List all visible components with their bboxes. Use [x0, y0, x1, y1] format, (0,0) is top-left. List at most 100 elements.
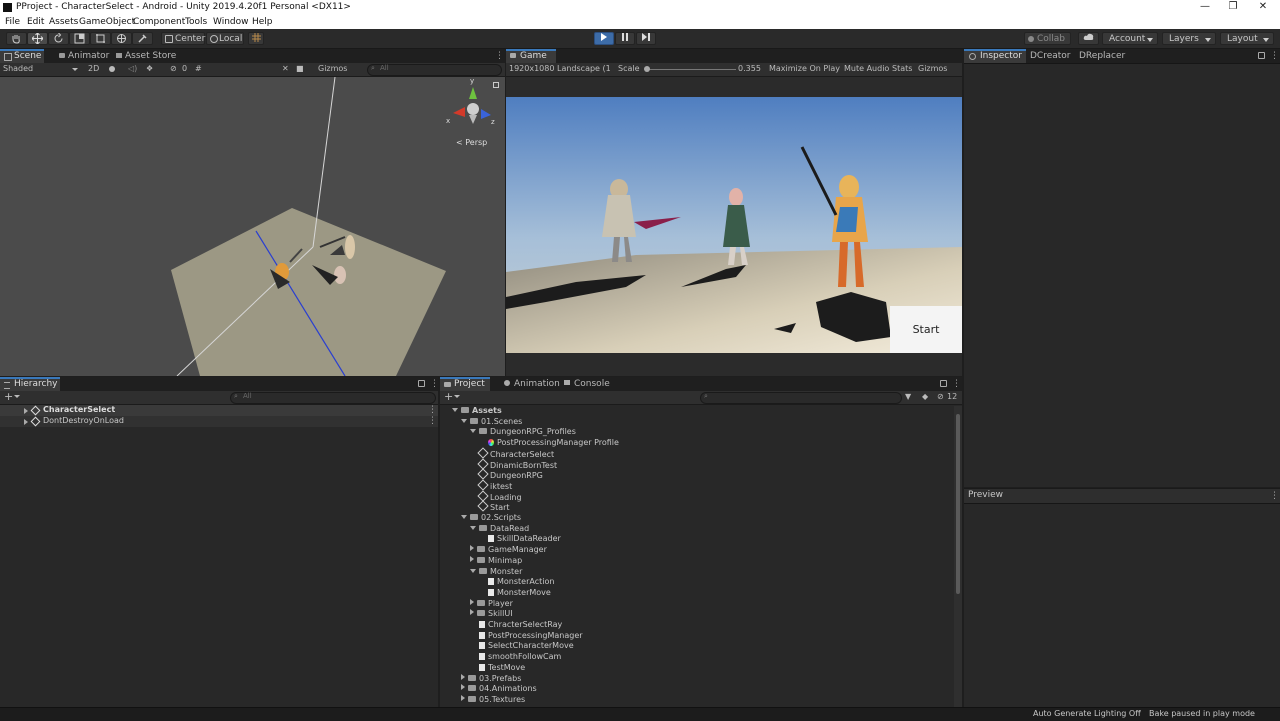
project-tree-item[interactable]: GameManager	[470, 545, 547, 555]
camera-icon[interactable]: ■	[296, 64, 304, 73]
maximize-on-play-toggle[interactable]: Maximize On Play	[769, 64, 840, 73]
chevron-down-icon[interactable]	[454, 395, 460, 398]
tab-project[interactable]: Project	[440, 377, 490, 391]
project-tree-item[interactable]: Assets	[452, 406, 502, 416]
tools-icon[interactable]: ✕	[282, 64, 289, 73]
orientation-gizmo[interactable]: y x z < Persp	[443, 77, 499, 147]
project-tree-item[interactable]: SkillUI	[470, 609, 513, 619]
project-tree-item[interactable]: Loading	[477, 489, 522, 502]
menu-component[interactable]: Component	[133, 17, 185, 27]
project-tree-item[interactable]: DinamicBornTest	[477, 457, 557, 470]
scale-tool-button[interactable]	[69, 32, 90, 45]
lock-icon[interactable]	[1258, 52, 1265, 59]
custom-tool-button[interactable]	[132, 32, 153, 45]
project-tree-item[interactable]: 04.Animations	[461, 684, 537, 694]
tab-hierarchy[interactable]: Hierarchy	[0, 377, 60, 391]
collab-button[interactable]: Collab	[1024, 32, 1071, 45]
menu-file[interactable]: File	[5, 17, 20, 27]
chevron-down-icon[interactable]	[14, 395, 20, 398]
scrollbar-thumb[interactable]	[956, 414, 960, 594]
rect-tool-button[interactable]	[90, 32, 111, 45]
cloud-button[interactable]	[1078, 32, 1099, 45]
row-menu-icon[interactable]: ⋮	[428, 405, 437, 415]
hidden-packages-icon[interactable]: ⊘	[937, 392, 944, 401]
move-tool-button[interactable]	[27, 32, 48, 45]
chevron-down-icon[interactable]	[461, 418, 467, 423]
chevron-down-icon[interactable]	[470, 525, 476, 530]
panel-menu-icon[interactable]: ⋮	[952, 379, 961, 389]
panel-menu-icon[interactable]: ⋮	[430, 379, 439, 389]
grid-snap-button[interactable]	[248, 32, 264, 45]
project-tree-item[interactable]: PostProcessingManager Profile	[488, 438, 619, 448]
chevron-right-icon[interactable]	[470, 609, 474, 616]
tab-scene[interactable]: Scene	[0, 49, 44, 63]
panel-menu-icon[interactable]: ⋮	[1270, 51, 1279, 61]
game-viewport[interactable]: Start	[506, 97, 962, 353]
chevron-down-icon[interactable]	[461, 515, 467, 519]
tab-animator[interactable]: Animator	[56, 49, 115, 63]
start-button[interactable]: Start	[890, 306, 962, 353]
play-button[interactable]	[594, 32, 614, 45]
menu-assets[interactable]: Assets	[49, 17, 78, 27]
chevron-right-icon[interactable]	[461, 684, 465, 691]
restore-button[interactable]: ❐	[1218, 0, 1248, 15]
persp-label[interactable]: < Persp	[456, 138, 487, 147]
project-tree-item[interactable]: MonsterAction	[488, 577, 554, 587]
close-button[interactable]: ✕	[1248, 0, 1278, 15]
chevron-right-icon[interactable]	[470, 545, 474, 552]
grid-toggle-icon[interactable]: #	[195, 64, 202, 73]
filter-label-icon[interactable]: ◆	[922, 392, 928, 401]
project-tree-item[interactable]: 01.Scenes	[461, 417, 522, 427]
rotate-tool-button[interactable]	[48, 32, 69, 45]
hierarchy-row[interactable]: CharacterSelect ⋮	[0, 405, 438, 416]
expand-arrow-icon[interactable]	[24, 419, 28, 425]
audio-toggle-icon[interactable]: ◁)	[128, 64, 137, 73]
project-tree-item[interactable]: ChracterSelectRay	[479, 620, 562, 630]
lighting-toggle-icon[interactable]	[109, 66, 115, 72]
step-button[interactable]	[636, 32, 656, 45]
tab-console[interactable]: Console	[560, 377, 616, 391]
filter-type-icon[interactable]: ▼	[905, 392, 911, 401]
menu-gameobject[interactable]: GameObject	[79, 17, 135, 27]
space-local-button[interactable]: Local	[206, 32, 244, 45]
project-tree-item[interactable]: CharacterSelect	[477, 447, 554, 459]
transform-tool-button[interactable]	[111, 32, 132, 45]
minimize-button[interactable]: —	[1190, 0, 1220, 15]
menu-edit[interactable]: Edit	[27, 17, 44, 27]
project-tree-item[interactable]: smoothFollowCam	[479, 652, 561, 662]
project-tree-item[interactable]: Player	[470, 598, 513, 609]
chevron-right-icon[interactable]	[470, 598, 474, 605]
menu-window[interactable]: Window	[213, 17, 249, 27]
project-tree-item[interactable]: DataRead	[470, 524, 529, 534]
project-tree-item[interactable]: DungeonRPG_Profiles	[470, 427, 576, 437]
chevron-right-icon[interactable]	[461, 673, 465, 680]
pause-button[interactable]	[615, 32, 635, 45]
tab-dreplacer[interactable]: DReplacer	[1073, 49, 1131, 63]
project-search-input[interactable]: ⌕	[700, 392, 902, 404]
project-scrollbar[interactable]	[954, 406, 962, 707]
chevron-down-icon[interactable]	[452, 408, 458, 412]
create-add-icon[interactable]: +	[4, 390, 13, 403]
game-gizmos-dropdown[interactable]: Gizmos	[918, 64, 947, 73]
chevron-right-icon[interactable]	[470, 555, 474, 562]
scale-slider-track[interactable]	[646, 69, 736, 70]
project-tree-item[interactable]: Minimap	[470, 555, 522, 566]
row-menu-icon[interactable]: ⋮	[428, 416, 437, 426]
visibility-icon[interactable]: ⊘	[170, 64, 177, 73]
hand-tool-button[interactable]	[6, 32, 27, 45]
project-tree-item[interactable]: SkillDataReader	[488, 534, 561, 544]
project-tree-item[interactable]: DungeonRPG	[477, 468, 543, 480]
lock-icon[interactable]	[940, 380, 947, 387]
project-tree-item[interactable]: TestMove	[479, 663, 525, 673]
tab-game[interactable]: Game	[506, 49, 556, 63]
scale-slider-handle[interactable]	[644, 66, 650, 72]
project-tree-item[interactable]: 05.Textures	[461, 694, 525, 705]
panel-menu-icon[interactable]: ⋮	[1270, 491, 1279, 501]
project-tree-item[interactable]: iktest	[477, 479, 512, 491]
chevron-right-icon[interactable]	[461, 694, 465, 701]
menu-tools[interactable]: Tools	[185, 17, 207, 27]
project-tree-item[interactable]: Start	[477, 500, 510, 512]
expand-arrow-icon[interactable]	[24, 408, 28, 414]
chevron-down-icon[interactable]	[470, 568, 476, 573]
mute-audio-toggle[interactable]: Mute Audio	[844, 64, 889, 73]
